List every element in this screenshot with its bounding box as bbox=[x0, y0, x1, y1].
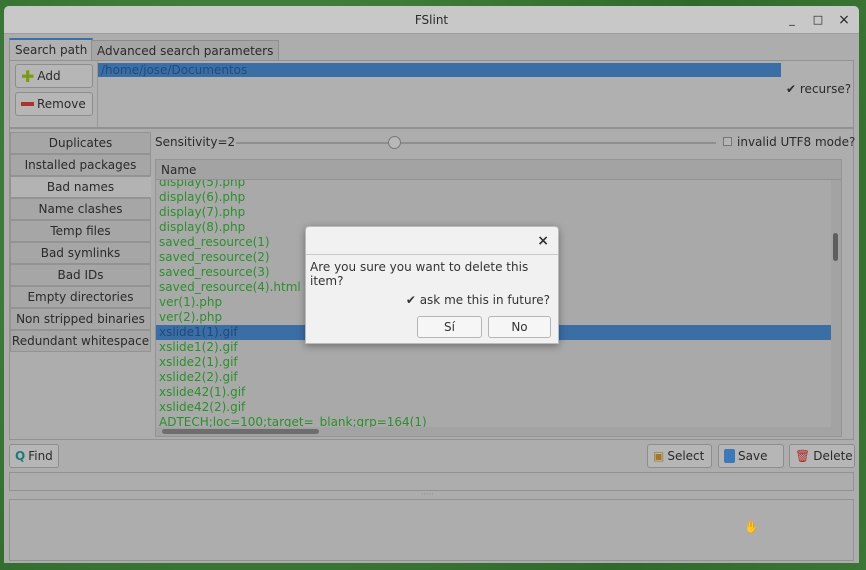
dialog-message: Are you sure you want to delete this ite… bbox=[310, 260, 529, 288]
horizontal-scroll-thumb[interactable] bbox=[162, 429, 319, 434]
yes-button[interactable]: Sí bbox=[417, 316, 482, 338]
no-button[interactable]: No bbox=[488, 316, 551, 338]
sidebar-item-non-stripped-binaries[interactable]: Non stripped binaries bbox=[10, 308, 151, 330]
minus-icon bbox=[21, 102, 34, 106]
tab-search-path[interactable]: Search path bbox=[9, 38, 94, 60]
add-button[interactable]: ✚ Add bbox=[15, 64, 93, 88]
ask-again-checkbox[interactable]: ✔ ask me this in future? bbox=[406, 293, 550, 307]
sidebar-item-temp-files[interactable]: Temp files bbox=[10, 220, 151, 242]
confirm-delete-dialog: × Are you sure you want to delete this i… bbox=[305, 226, 559, 344]
hand-cursor-icon: ✋ bbox=[744, 520, 759, 534]
title-bar: FSlint _ □ × bbox=[4, 6, 859, 34]
sidebar-item-bad-names[interactable]: Bad names bbox=[10, 176, 151, 198]
search-path-item[interactable]: /home/jose/Documentos bbox=[98, 63, 781, 77]
sidebar-item-installed-packages[interactable]: Installed packages bbox=[10, 154, 151, 176]
sidebar-item-duplicates[interactable]: Duplicates bbox=[10, 132, 151, 154]
status-bar bbox=[9, 472, 854, 491]
list-item[interactable]: xslide2(2).gif bbox=[156, 370, 841, 385]
save-button[interactable]: Save bbox=[718, 444, 784, 468]
output-pane bbox=[9, 499, 854, 561]
sidebar-item-empty-directories[interactable]: Empty directories bbox=[10, 286, 151, 308]
search-icon: Q bbox=[15, 449, 26, 463]
sidebar-item-bad-ids[interactable]: Bad IDs bbox=[10, 264, 151, 286]
list-item[interactable]: xslide42(2).gif bbox=[156, 400, 841, 415]
horizontal-scrollbar[interactable] bbox=[156, 427, 831, 436]
sidebar-item-redundant-whitespace[interactable]: Redundant whitespace bbox=[10, 330, 151, 352]
recurse-checkbox[interactable]: ✔ recurse? bbox=[786, 82, 851, 96]
select-button[interactable]: ▣ Select bbox=[647, 444, 712, 468]
close-button[interactable]: × bbox=[834, 6, 854, 34]
invalid-utf8-checkbox[interactable]: invalid UTF8 mode? bbox=[723, 135, 855, 149]
list-item[interactable]: xslide42(1).gif bbox=[156, 385, 841, 400]
tab-advanced-search[interactable]: Advanced search parameters bbox=[91, 40, 280, 60]
window-title: FSlint bbox=[414, 13, 449, 27]
column-header-name[interactable]: Name bbox=[156, 160, 841, 180]
list-item[interactable]: xslide2(1).gif bbox=[156, 355, 841, 370]
list-item[interactable]: display(7).php bbox=[156, 205, 841, 220]
checkmark-icon: ✔ bbox=[786, 82, 797, 96]
dialog-close-button[interactable]: × bbox=[537, 233, 549, 249]
delete-button[interactable]: 🗑 Delete bbox=[789, 444, 855, 468]
vertical-scroll-thumb[interactable] bbox=[833, 233, 838, 261]
sensitivity-label: Sensitivity=2 bbox=[155, 135, 236, 149]
minimize-button[interactable]: _ bbox=[782, 6, 802, 34]
maximize-button[interactable]: □ bbox=[808, 6, 828, 34]
pane-resize-handle[interactable]: ····· bbox=[421, 490, 434, 499]
save-icon bbox=[724, 449, 735, 463]
dialog-titlebar bbox=[306, 227, 558, 255]
remove-button[interactable]: Remove bbox=[15, 92, 93, 116]
plus-icon: ✚ bbox=[21, 66, 35, 86]
sensitivity-slider[interactable] bbox=[236, 142, 716, 144]
checkmark-icon: ✔ bbox=[405, 293, 416, 307]
sidebar-item-bad-symlinks[interactable]: Bad symlinks bbox=[10, 242, 151, 264]
checkbox-icon bbox=[723, 137, 732, 146]
trash-icon: 🗑 bbox=[795, 449, 811, 463]
find-button[interactable]: Q Find bbox=[9, 444, 59, 468]
sidebar-item-name-clashes[interactable]: Name clashes bbox=[10, 198, 151, 220]
vertical-scrollbar[interactable] bbox=[831, 180, 841, 436]
list-item[interactable]: display(6).php bbox=[156, 190, 841, 205]
select-icon: ▣ bbox=[653, 449, 665, 463]
